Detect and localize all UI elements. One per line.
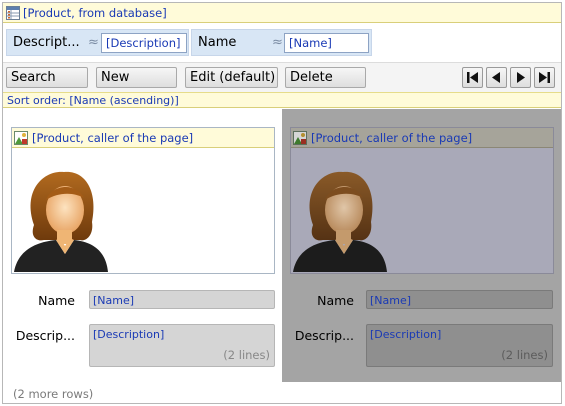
description-value: [Description] <box>93 328 165 341</box>
description-field[interactable]: [Description] (2 lines) <box>89 324 275 367</box>
image-field-icon <box>293 130 307 145</box>
form-title-bar: [Product, from database] <box>3 3 561 23</box>
description-lines-count: (2 lines) <box>223 348 270 362</box>
sort-order-text: Sort order: [Name (ascending)] <box>7 94 179 107</box>
product-image-box: [Product, caller of the page] <box>290 127 554 274</box>
record-card-selected[interactable]: [Product, caller of the page] Name [Name… <box>282 109 561 382</box>
description-filter-label: Descript... <box>13 35 80 50</box>
more-rows-indicator[interactable]: (2 more rows) <box>13 387 93 401</box>
approx-icon: ≈ <box>88 35 99 50</box>
description-lines-count: (2 lines) <box>501 348 548 362</box>
name-filter-input[interactable]: [Name] <box>284 33 369 53</box>
form-title: [Product, from database] <box>23 5 167 20</box>
person-avatar-icon <box>14 171 108 272</box>
description-filter-input[interactable]: [Description] <box>101 33 187 53</box>
edit-button[interactable]: Edit (default) <box>185 67 278 88</box>
form-window: [Product, from database] Descript... ≈ [… <box>2 2 562 404</box>
description-field[interactable]: [Description] (2 lines) <box>366 324 553 367</box>
record-card[interactable]: [Product, caller of the page] Name [Name… <box>3 109 283 382</box>
name-filter-label: Name <box>198 35 237 50</box>
previous-record-icon <box>492 72 500 83</box>
first-record-button[interactable] <box>462 67 483 88</box>
description-label: Descrip... <box>15 328 75 343</box>
person-avatar-icon <box>293 171 387 272</box>
image-header: [Product, caller of the page] <box>12 128 274 148</box>
last-record-button[interactable] <box>534 67 555 88</box>
last-record-icon <box>539 72 550 83</box>
image-header: [Product, caller of the page] <box>291 128 553 148</box>
toolbar: Search New Edit (default) Delete <box>3 62 561 92</box>
image-header-text: [Product, caller of the page] <box>311 130 473 145</box>
first-record-icon <box>467 72 478 83</box>
previous-record-button[interactable] <box>486 67 507 88</box>
sort-order-bar[interactable]: Sort order: [Name (ascending)] <box>3 92 561 108</box>
filter-row: Descript... ≈ [Description] Name ≈ [Name… <box>3 24 561 62</box>
image-field-icon <box>14 130 28 145</box>
table-icon <box>6 5 20 20</box>
image-header-text: [Product, caller of the page] <box>32 130 194 145</box>
new-button[interactable]: New <box>96 67 177 88</box>
name-filter: Name ≈ [Name] <box>191 29 372 56</box>
search-button[interactable]: Search <box>6 67 88 88</box>
delete-button[interactable]: Delete <box>285 67 366 88</box>
name-field[interactable]: [Name] <box>366 290 553 309</box>
description-value: [Description] <box>370 328 442 341</box>
next-record-button[interactable] <box>510 67 531 88</box>
description-label: Descrip... <box>294 328 354 343</box>
name-label: Name <box>317 293 354 308</box>
name-field[interactable]: [Name] <box>89 290 275 309</box>
product-image-box: [Product, caller of the page] <box>11 127 275 274</box>
name-label: Name <box>38 293 75 308</box>
approx-icon: ≈ <box>272 35 283 50</box>
description-filter: Descript... ≈ [Description] <box>6 29 189 56</box>
next-record-icon <box>517 72 525 83</box>
